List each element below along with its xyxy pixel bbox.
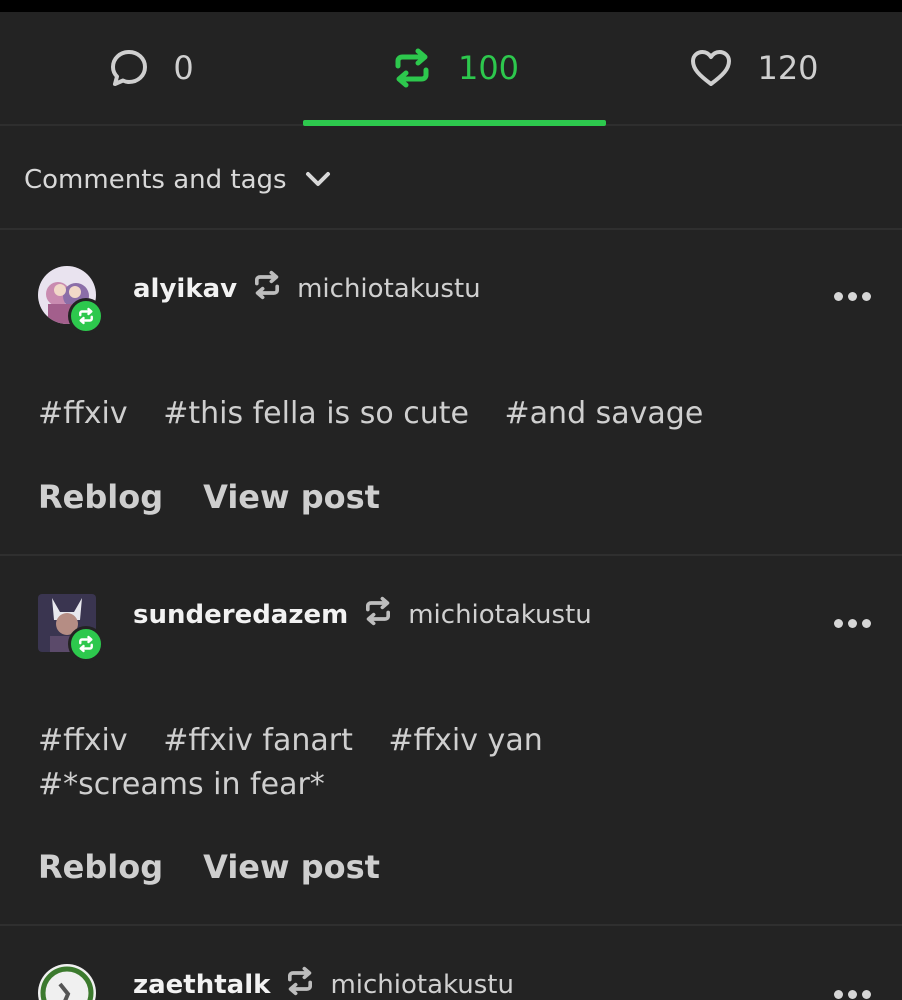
tag-link[interactable]: #ffxiv yan (388, 723, 542, 758)
list-item: alyikav michiotakustu #ffxiv #this fella… (0, 230, 902, 554)
reblog-badge-icon (68, 298, 104, 334)
comments-filter-dropdown[interactable]: Comments and tags (24, 158, 331, 202)
source-username-link[interactable]: michiotakustu (408, 600, 592, 630)
tag-link[interactable]: #ffxiv (38, 396, 128, 431)
tag-link[interactable]: #ffxiv fanart (163, 723, 353, 758)
reblog-icon (284, 966, 316, 1000)
list-item: zaethtalk michiotakustu (0, 926, 902, 1000)
reblog-badge-icon (68, 626, 104, 662)
heart-icon (689, 48, 733, 88)
reblog-icon (251, 270, 283, 307)
post-header: zaethtalk michiotakustu (133, 966, 514, 1000)
list-item: sunderedazem michiotakustu #ffxiv #ffxiv… (0, 556, 902, 924)
activity-tabs: 0 100 120 (0, 12, 902, 126)
tag-link[interactable]: #and savage (505, 396, 704, 431)
comment-icon (109, 48, 149, 88)
tab-comments[interactable]: 0 (0, 12, 303, 124)
post-header: alyikav michiotakustu (133, 270, 481, 307)
more-options-icon[interactable] (834, 292, 871, 301)
tab-likes[interactable]: 120 (606, 12, 902, 124)
tags-list: #ffxiv #this fella is so cute #and savag… (38, 392, 858, 436)
more-options-icon[interactable] (834, 619, 871, 628)
view-post-button[interactable]: View post (203, 848, 380, 886)
tag-link[interactable]: #this fella is so cute (163, 396, 469, 431)
tag-link[interactable]: #ffxiv (38, 723, 128, 758)
tab-reblogs[interactable]: 100 (303, 12, 606, 124)
status-strip (0, 0, 902, 12)
username-link[interactable]: alyikav (133, 274, 237, 304)
post-actions: Reblog View post (38, 848, 380, 886)
source-username-link[interactable]: michiotakustu (297, 274, 481, 304)
more-options-icon[interactable] (834, 990, 871, 999)
reblog-icon (362, 596, 394, 633)
reblogs-count: 100 (457, 49, 520, 87)
filter-label: Comments and tags (24, 165, 287, 195)
username-link[interactable]: sunderedazem (133, 600, 348, 630)
reblog-button[interactable]: Reblog (38, 848, 163, 886)
view-post-button[interactable]: View post (203, 478, 380, 516)
comments-count: 0 (173, 49, 194, 87)
active-tab-indicator (303, 120, 606, 126)
username-link[interactable]: zaethtalk (133, 970, 270, 1000)
tags-list: #ffxiv #ffxiv fanart #ffxiv yan #*scream… (38, 719, 578, 807)
avatar[interactable] (38, 964, 96, 1000)
likes-count: 120 (757, 49, 819, 87)
post-header: sunderedazem michiotakustu (133, 596, 592, 633)
post-actions: Reblog View post (38, 478, 380, 516)
reblog-button[interactable]: Reblog (38, 478, 163, 516)
reblog-icon (390, 48, 434, 88)
source-username-link[interactable]: michiotakustu (330, 970, 514, 1000)
chevron-down-icon (305, 165, 331, 195)
tag-link[interactable]: #*screams in fear* (38, 767, 325, 802)
